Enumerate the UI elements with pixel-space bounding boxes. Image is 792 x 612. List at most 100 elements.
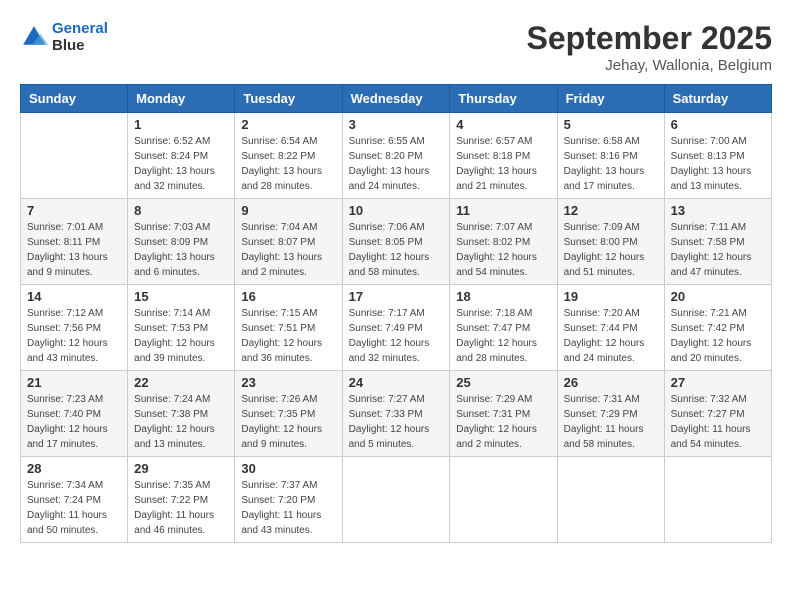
logo: General Blue (20, 20, 108, 54)
calendar-cell: 17 Sunrise: 7:17 AM Sunset: 7:49 PM Dayli… (342, 285, 450, 371)
day-info: Sunrise: 7:26 AM Sunset: 7:35 PM Dayligh… (241, 392, 335, 452)
calendar-cell: 13 Sunrise: 7:11 AM Sunset: 7:58 PM Dayli… (664, 199, 771, 285)
day-number: 5 (564, 117, 658, 132)
week-row-1: 1 Sunrise: 6:52 AM Sunset: 8:24 PM Daylig… (21, 113, 772, 199)
calendar-cell: 30Sunrise: 7:37 AM Sunset: 7:20 PM Dayli… (235, 457, 342, 543)
day-number: 1 (134, 117, 228, 132)
day-info: Sunrise: 7:29 AM Sunset: 7:31 PM Dayligh… (456, 392, 550, 452)
weekday-header-saturday: Saturday (664, 85, 771, 113)
day-number: 3 (349, 117, 444, 132)
header: General Blue September 2025 Jehay, Wallo… (20, 20, 772, 74)
day-number: 6 (671, 117, 765, 132)
day-number: 25 (456, 375, 550, 390)
day-number: 29 (134, 461, 228, 476)
calendar-cell: 25 Sunrise: 7:29 AM Sunset: 7:31 PM Dayli… (450, 371, 557, 457)
calendar-cell (342, 457, 450, 543)
day-number: 4 (456, 117, 550, 132)
day-info: Sunrise: 7:00 AM Sunset: 8:13 PM Dayligh… (671, 134, 765, 194)
calendar-cell: 11Sunrise: 7:07 AM Sunset: 8:02 PM Dayli… (450, 199, 557, 285)
day-info: Sunrise: 7:09 AM Sunset: 8:00 PM Dayligh… (564, 220, 658, 280)
day-number: 7 (27, 203, 121, 218)
calendar-cell: 26Sunrise: 7:31 AM Sunset: 7:29 PM Dayli… (557, 371, 664, 457)
day-info: Sunrise: 6:54 AM Sunset: 8:22 PM Dayligh… (241, 134, 335, 194)
day-number: 15 (134, 289, 228, 304)
day-number: 24 (349, 375, 444, 390)
calendar: SundayMondayTuesdayWednesdayThursdayFrid… (20, 84, 772, 543)
day-info: Sunrise: 7:11 AM Sunset: 7:58 PM Dayligh… (671, 220, 765, 280)
calendar-cell: 20 Sunrise: 7:21 AM Sunset: 7:42 PM Dayli… (664, 285, 771, 371)
day-number: 9 (241, 203, 335, 218)
calendar-cell (557, 457, 664, 543)
calendar-cell: 7 Sunrise: 7:01 AM Sunset: 8:11 PM Daylig… (21, 199, 128, 285)
day-number: 18 (456, 289, 550, 304)
calendar-cell: 29 Sunrise: 7:35 AM Sunset: 7:22 PM Dayli… (128, 457, 235, 543)
day-info: Sunrise: 6:52 AM Sunset: 8:24 PM Dayligh… (134, 134, 228, 194)
day-info: Sunrise: 7:35 AM Sunset: 7:22 PM Dayligh… (134, 478, 228, 538)
day-info: Sunrise: 7:07 AM Sunset: 8:02 PM Dayligh… (456, 220, 550, 280)
day-info: Sunrise: 7:06 AM Sunset: 8:05 PM Dayligh… (349, 220, 444, 280)
day-info: Sunrise: 7:04 AM Sunset: 8:07 PM Dayligh… (241, 220, 335, 280)
day-number: 10 (349, 203, 444, 218)
calendar-cell: 18Sunrise: 7:18 AM Sunset: 7:47 PM Dayli… (450, 285, 557, 371)
calendar-cell: 5Sunrise: 6:58 AM Sunset: 8:16 PM Daylig… (557, 113, 664, 199)
location-title: Jehay, Wallonia, Belgium (527, 57, 772, 74)
day-number: 23 (241, 375, 335, 390)
calendar-cell: 24 Sunrise: 7:27 AM Sunset: 7:33 PM Dayli… (342, 371, 450, 457)
calendar-cell: 3 Sunrise: 6:55 AM Sunset: 8:20 PM Daylig… (342, 113, 450, 199)
calendar-cell: 15 Sunrise: 7:14 AM Sunset: 7:53 PM Dayli… (128, 285, 235, 371)
day-number: 17 (349, 289, 444, 304)
day-number: 28 (27, 461, 121, 476)
day-number: 8 (134, 203, 228, 218)
day-info: Sunrise: 7:23 AM Sunset: 7:40 PM Dayligh… (27, 392, 121, 452)
week-row-5: 28 Sunrise: 7:34 AM Sunset: 7:24 PM Dayli… (21, 457, 772, 543)
weekday-header-tuesday: Tuesday (235, 85, 342, 113)
day-info: Sunrise: 7:37 AM Sunset: 7:20 PM Dayligh… (241, 478, 335, 538)
calendar-cell: 12Sunrise: 7:09 AM Sunset: 8:00 PM Dayli… (557, 199, 664, 285)
calendar-cell: 6 Sunrise: 7:00 AM Sunset: 8:13 PM Daylig… (664, 113, 771, 199)
weekday-header-wednesday: Wednesday (342, 85, 450, 113)
day-number: 16 (241, 289, 335, 304)
day-info: Sunrise: 7:34 AM Sunset: 7:24 PM Dayligh… (27, 478, 121, 538)
calendar-cell: 14 Sunrise: 7:12 AM Sunset: 7:56 PM Dayli… (21, 285, 128, 371)
calendar-cell: 23 Sunrise: 7:26 AM Sunset: 7:35 PM Dayli… (235, 371, 342, 457)
calendar-cell: 22Sunrise: 7:24 AM Sunset: 7:38 PM Dayli… (128, 371, 235, 457)
day-info: Sunrise: 7:20 AM Sunset: 7:44 PM Dayligh… (564, 306, 658, 366)
day-number: 19 (564, 289, 658, 304)
day-number: 14 (27, 289, 121, 304)
calendar-cell (664, 457, 771, 543)
day-info: Sunrise: 7:03 AM Sunset: 8:09 PM Dayligh… (134, 220, 228, 280)
calendar-cell: 19 Sunrise: 7:20 AM Sunset: 7:44 PM Dayli… (557, 285, 664, 371)
calendar-cell: 9 Sunrise: 7:04 AM Sunset: 8:07 PM Daylig… (235, 199, 342, 285)
calendar-cell (21, 113, 128, 199)
day-number: 26 (564, 375, 658, 390)
calendar-cell: 8 Sunrise: 7:03 AM Sunset: 8:09 PM Daylig… (128, 199, 235, 285)
weekday-header-monday: Monday (128, 85, 235, 113)
calendar-cell: 21Sunrise: 7:23 AM Sunset: 7:40 PM Dayli… (21, 371, 128, 457)
day-info: Sunrise: 7:01 AM Sunset: 8:11 PM Dayligh… (27, 220, 121, 280)
weekday-header-thursday: Thursday (450, 85, 557, 113)
calendar-cell: 16 Sunrise: 7:15 AM Sunset: 7:51 PM Dayli… (235, 285, 342, 371)
calendar-cell: 1 Sunrise: 6:52 AM Sunset: 8:24 PM Daylig… (128, 113, 235, 199)
day-info: Sunrise: 6:57 AM Sunset: 8:18 PM Dayligh… (456, 134, 550, 194)
day-number: 20 (671, 289, 765, 304)
day-info: Sunrise: 7:17 AM Sunset: 7:49 PM Dayligh… (349, 306, 444, 366)
calendar-cell: 2Sunrise: 6:54 AM Sunset: 8:22 PM Daylig… (235, 113, 342, 199)
day-info: Sunrise: 7:21 AM Sunset: 7:42 PM Dayligh… (671, 306, 765, 366)
logo-icon (20, 23, 48, 51)
day-info: Sunrise: 7:27 AM Sunset: 7:33 PM Dayligh… (349, 392, 444, 452)
calendar-cell: 27Sunrise: 7:32 AM Sunset: 7:27 PM Dayli… (664, 371, 771, 457)
week-row-3: 14 Sunrise: 7:12 AM Sunset: 7:56 PM Dayli… (21, 285, 772, 371)
calendar-cell (450, 457, 557, 543)
logo-text: General Blue (52, 20, 108, 54)
day-info: Sunrise: 7:32 AM Sunset: 7:27 PM Dayligh… (671, 392, 765, 452)
weekday-header-row: SundayMondayTuesdayWednesdayThursdayFrid… (21, 85, 772, 113)
day-info: Sunrise: 7:15 AM Sunset: 7:51 PM Dayligh… (241, 306, 335, 366)
week-row-4: 21Sunrise: 7:23 AM Sunset: 7:40 PM Dayli… (21, 371, 772, 457)
day-number: 13 (671, 203, 765, 218)
day-info: Sunrise: 7:12 AM Sunset: 7:56 PM Dayligh… (27, 306, 121, 366)
day-info: Sunrise: 6:55 AM Sunset: 8:20 PM Dayligh… (349, 134, 444, 194)
calendar-cell: 4 Sunrise: 6:57 AM Sunset: 8:18 PM Daylig… (450, 113, 557, 199)
day-info: Sunrise: 7:14 AM Sunset: 7:53 PM Dayligh… (134, 306, 228, 366)
calendar-cell: 28 Sunrise: 7:34 AM Sunset: 7:24 PM Dayli… (21, 457, 128, 543)
week-row-2: 7 Sunrise: 7:01 AM Sunset: 8:11 PM Daylig… (21, 199, 772, 285)
